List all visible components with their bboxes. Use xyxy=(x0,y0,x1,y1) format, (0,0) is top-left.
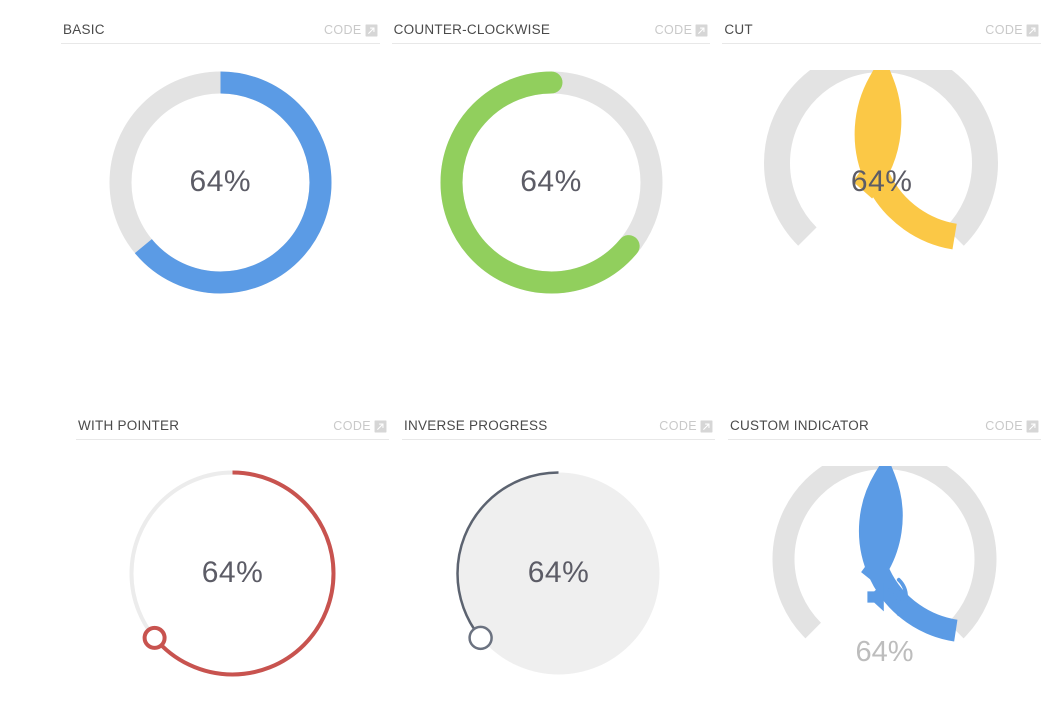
code-link-label: CODE xyxy=(333,419,371,433)
code-link-label: CODE xyxy=(659,419,697,433)
gauge-with-pointer: 64% xyxy=(125,466,340,681)
gauge-area: 64% xyxy=(728,440,1041,701)
gauge-value-cut: 64% xyxy=(850,165,913,198)
gauge-value-inverse-progress: 64% xyxy=(527,556,590,589)
gauge-value-counter-clockwise: 64% xyxy=(520,165,582,198)
code-link-custom-indicator[interactable]: CODE xyxy=(985,419,1039,433)
gauge-inverse-progress: 64% xyxy=(451,466,666,681)
gauge-counter-clockwise: 64% xyxy=(439,70,664,295)
card-header: CUT CODE xyxy=(722,0,1041,44)
gauge-cut: 64% xyxy=(764,70,999,270)
launch-external-icon xyxy=(700,420,713,433)
gauge-subvalue-custom-indicator: 64% xyxy=(855,636,914,668)
code-link-cut[interactable]: CODE xyxy=(985,23,1039,37)
demo-row-2: WITH POINTER CODE 64% INVERSE PROGRESS C… xyxy=(0,396,1041,714)
code-link-label: CODE xyxy=(985,419,1023,433)
card-header: INVERSE PROGRESS CODE xyxy=(402,396,715,440)
gauge-custom-indicator: 64% xyxy=(772,466,997,701)
code-link-inverse-progress[interactable]: CODE xyxy=(659,419,713,433)
demo-row-1: BASIC CODE 64% COUNTER-CLOCKWISE CODE 64… xyxy=(0,0,1041,396)
card-cut: CUT CODE 64% xyxy=(722,0,1041,396)
code-link-counter-clockwise[interactable]: CODE xyxy=(655,23,709,37)
volume-up-icon xyxy=(858,573,912,621)
card-header: WITH POINTER CODE xyxy=(76,396,389,440)
card-basic: BASIC CODE 64% xyxy=(61,0,380,396)
card-title-cut: CUT xyxy=(724,22,753,37)
demo-grid: BASIC CODE 64% COUNTER-CLOCKWISE CODE 64… xyxy=(0,0,1041,714)
card-title-with-pointer: WITH POINTER xyxy=(78,418,180,433)
card-title-counter-clockwise: COUNTER-CLOCKWISE xyxy=(393,22,551,37)
gauge-area: 64% xyxy=(61,44,380,295)
gauge-area: 64% xyxy=(722,44,1041,270)
launch-external-icon xyxy=(1026,420,1039,433)
gauge-value-with-pointer: 64% xyxy=(201,556,264,589)
gauge-value-basic: 64% xyxy=(189,165,252,198)
gauge-area: 64% xyxy=(402,440,715,681)
card-inverse-progress: INVERSE PROGRESS CODE 64% xyxy=(402,396,715,714)
card-header: BASIC CODE xyxy=(61,0,380,44)
code-link-label: CODE xyxy=(323,23,362,37)
gauge-basic: 64% xyxy=(108,70,333,295)
gauge-demo-page: BASIC CODE 64% COUNTER-CLOCKWISE CODE 64… xyxy=(0,0,1041,714)
code-link-with-pointer[interactable]: CODE xyxy=(333,419,387,433)
launch-external-icon xyxy=(695,24,708,37)
card-title-inverse-progress: INVERSE PROGRESS xyxy=(404,418,548,433)
card-header: COUNTER-CLOCKWISE CODE xyxy=(391,0,711,44)
code-link-label: CODE xyxy=(985,23,1024,37)
gauge-area: 64% xyxy=(76,440,389,681)
code-link-basic[interactable]: CODE xyxy=(324,23,378,37)
card-custom-indicator: CUSTOM INDICATOR CODE 64% xyxy=(728,396,1041,714)
indicator-icon-wrap xyxy=(772,573,997,621)
launch-external-icon xyxy=(1026,24,1039,37)
card-title-basic: BASIC xyxy=(63,22,105,37)
code-link-label: CODE xyxy=(654,23,693,37)
card-header: CUSTOM INDICATOR CODE xyxy=(728,396,1041,440)
card-with-pointer: WITH POINTER CODE 64% xyxy=(76,396,389,714)
launch-external-icon xyxy=(365,24,378,37)
card-counter-clockwise: COUNTER-CLOCKWISE CODE 64% xyxy=(391,0,711,396)
launch-external-icon xyxy=(374,420,387,433)
card-title-custom-indicator: CUSTOM INDICATOR xyxy=(730,418,870,433)
gauge-area: 64% xyxy=(392,44,711,295)
